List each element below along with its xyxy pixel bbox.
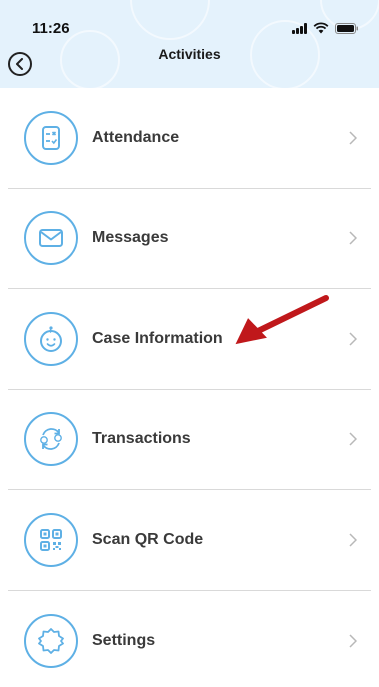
chevron-right-icon — [349, 131, 357, 145]
chevron-right-icon — [349, 231, 357, 245]
menu-item-label: Settings — [92, 631, 156, 649]
wifi-icon — [313, 22, 329, 34]
menu-item-label: Messages — [92, 229, 169, 247]
status-time: 11:26 — [32, 20, 70, 37]
attendance-icon — [24, 110, 78, 165]
menu-item-label: Scan QR Code — [92, 530, 204, 548]
chevron-right-icon — [349, 634, 357, 648]
menu-item-messages[interactable]: Messages — [8, 189, 371, 289]
menu-item-scan-qr-code[interactable]: Scan QR Code — [8, 490, 371, 591]
menu-item-case-information[interactable]: Case Information — [8, 289, 371, 390]
activities-list: Attendance Messages Case Information Tra… — [0, 88, 379, 687]
baby-face-icon — [24, 311, 78, 366]
menu-item-label: Case Information — [92, 329, 223, 347]
envelope-icon — [24, 211, 78, 266]
chevron-right-icon — [349, 332, 357, 346]
status-icons — [292, 22, 359, 34]
signal-icon — [292, 22, 307, 34]
battery-icon — [335, 22, 358, 34]
header-bar: 11:26 Activities — [0, 0, 379, 88]
page-title: Activities — [158, 46, 221, 62]
qr-code-icon — [24, 512, 78, 567]
menu-item-label: Transactions — [92, 430, 191, 448]
chevron-right-icon — [349, 533, 357, 547]
gear-icon — [24, 613, 78, 668]
menu-item-settings[interactable]: Settings — [8, 591, 371, 687]
decorative-bubble — [130, 0, 210, 40]
menu-item-label: Attendance — [92, 128, 180, 146]
chevron-right-icon — [349, 432, 357, 446]
exchange-icon — [24, 412, 78, 467]
menu-item-transactions[interactable]: Transactions — [8, 390, 371, 490]
menu-item-attendance[interactable]: Attendance — [8, 88, 371, 189]
